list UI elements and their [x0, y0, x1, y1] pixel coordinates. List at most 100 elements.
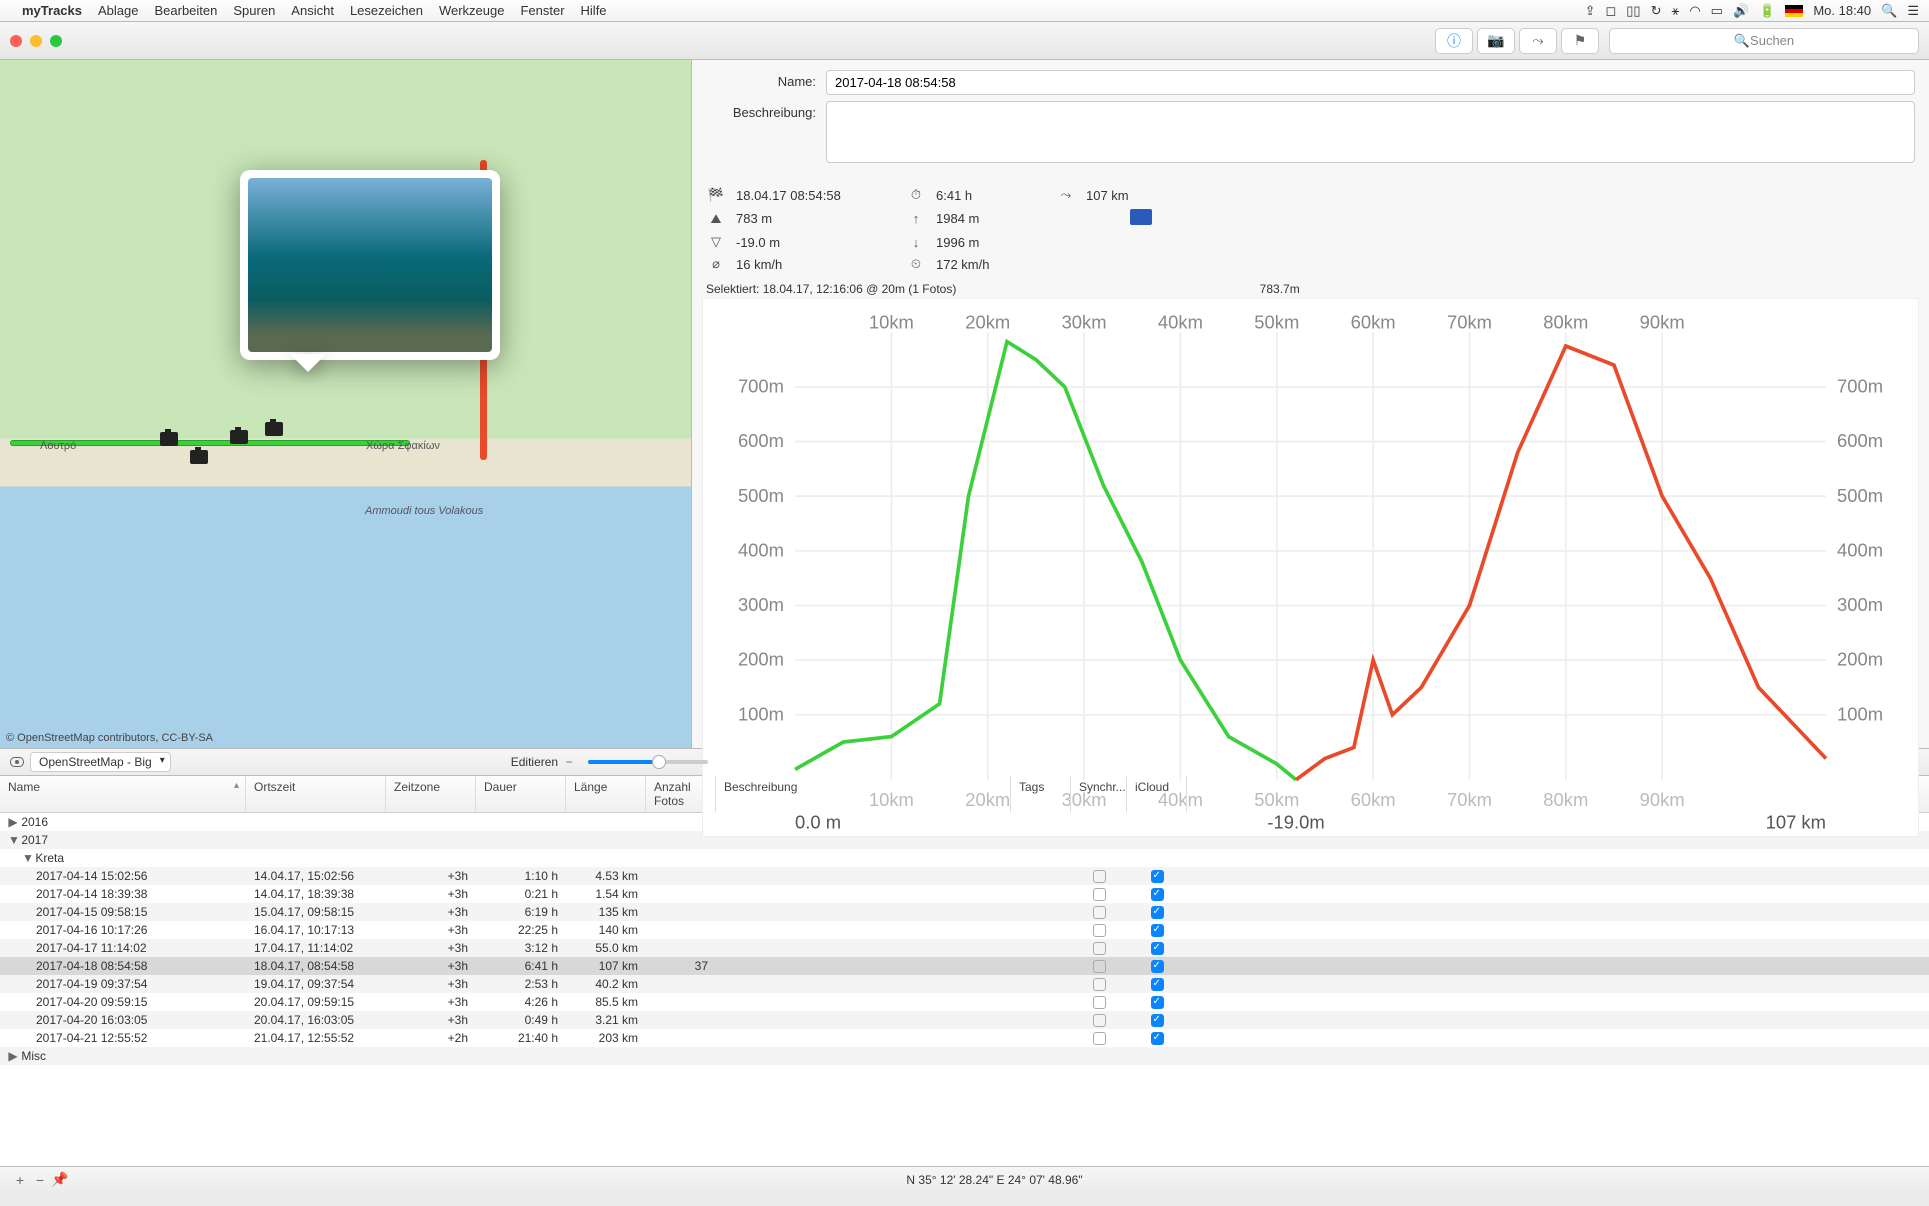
avg-speed-value: 16 km/h	[736, 257, 896, 272]
menu-bearbeiten[interactable]: Bearbeiten	[154, 3, 217, 18]
track-row[interactable]: 2017-04-14 15:02:56 14.04.17, 15:02:56 +…	[0, 867, 1929, 885]
menu-lesezeichen[interactable]: Lesezeichen	[350, 3, 423, 18]
track-row[interactable]: 2017-04-14 18:39:38 14.04.17, 18:39:38 +…	[0, 885, 1929, 903]
track-row[interactable]: 2017-04-16 10:17:26 16.04.17, 10:17:13 +…	[0, 921, 1929, 939]
column-header[interactable]: Tags	[1011, 776, 1071, 812]
photo-popup[interactable]	[240, 170, 500, 360]
photo-thumbnail	[248, 178, 492, 352]
notification-center-icon[interactable]: ☰	[1907, 3, 1919, 19]
avg-speed-icon: ⌀	[706, 256, 726, 272]
camera-toolbar-button[interactable]: 📷	[1477, 28, 1515, 54]
bluetooth-icon[interactable]: ⚹	[1672, 3, 1680, 19]
clock[interactable]: Mo. 18:40	[1813, 3, 1871, 18]
sync-checkbox[interactable]	[1093, 888, 1106, 901]
icloud-checkbox[interactable]	[1151, 906, 1164, 919]
icloud-checkbox[interactable]	[1151, 960, 1164, 973]
photo-marker-icon[interactable]	[190, 450, 208, 464]
photo-marker-icon[interactable]	[160, 432, 178, 446]
sync-checkbox[interactable]	[1093, 1014, 1106, 1027]
icloud-checkbox[interactable]	[1151, 1014, 1164, 1027]
zoom-minus-button[interactable]: −	[558, 752, 580, 772]
svg-text:600m: 600m	[738, 430, 784, 451]
status-icon-2[interactable]: ▯▯	[1626, 3, 1640, 19]
zoom-slider[interactable]	[588, 760, 708, 764]
icloud-checkbox[interactable]	[1151, 996, 1164, 1009]
column-header[interactable]: iCloud	[1127, 776, 1187, 812]
column-header[interactable]: Synchr...	[1071, 776, 1127, 812]
volume-icon[interactable]: 🔊	[1733, 3, 1749, 19]
map-provider-dropdown[interactable]: OpenStreetMap - Big	[30, 752, 171, 772]
elevation-chart[interactable]: 10km10km20km20km30km30km40km40km50km50km…	[702, 298, 1919, 837]
status-icon[interactable]: ◻	[1605, 3, 1616, 19]
column-header[interactable]: Dauer	[476, 776, 566, 812]
photo-marker-icon[interactable]	[230, 430, 248, 444]
icloud-checkbox[interactable]	[1151, 888, 1164, 901]
photo-marker-icon[interactable]	[265, 422, 283, 436]
visibility-icon[interactable]	[10, 757, 24, 767]
icloud-checkbox[interactable]	[1151, 1032, 1164, 1045]
battery-icon[interactable]: 🔋	[1759, 3, 1775, 19]
menu-ansicht[interactable]: Ansicht	[291, 3, 334, 18]
track-row[interactable]: 2017-04-15 09:58:15 15.04.17, 09:58:15 +…	[0, 903, 1929, 921]
track-row[interactable]: 2017-04-21 12:55:52 21.04.17, 12:55:52 +…	[0, 1029, 1929, 1047]
track-row[interactable]: 2017-04-18 08:54:58 18.04.17, 08:54:58 +…	[0, 957, 1929, 975]
name-field[interactable]	[826, 70, 1915, 95]
column-header[interactable]: Beschreibung	[716, 776, 1011, 812]
pin-button[interactable]: 📌	[50, 1171, 70, 1188]
tree-group-row[interactable]: ▶ Misc	[0, 1047, 1929, 1065]
svg-text:60km: 60km	[1351, 312, 1396, 333]
track-row[interactable]: 2017-04-19 09:37:54 19.04.17, 09:37:54 +…	[0, 975, 1929, 993]
sync-checkbox[interactable]	[1093, 924, 1106, 937]
sync-checkbox[interactable]	[1093, 996, 1106, 1009]
column-header[interactable]: Zeitzone	[386, 776, 476, 812]
menu-hilfe[interactable]: Hilfe	[581, 3, 607, 18]
close-window-button[interactable]	[10, 35, 22, 47]
description-field[interactable]	[826, 101, 1915, 163]
start-flag-icon: 🏁	[706, 187, 726, 203]
minimize-window-button[interactable]	[30, 35, 42, 47]
dropbox-icon[interactable]: ⇪	[1585, 3, 1596, 19]
svg-text:400m: 400m	[738, 539, 784, 560]
coordinates-readout: N 35° 12' 28.24" E 24° 07' 48.96"	[906, 1173, 1082, 1187]
remove-button[interactable]: −	[30, 1172, 50, 1188]
sync-checkbox[interactable]	[1093, 978, 1106, 991]
tree-group-row[interactable]: ▼ Kreta	[0, 849, 1929, 867]
track-row[interactable]: 2017-04-17 11:14:02 17.04.17, 11:14:02 +…	[0, 939, 1929, 957]
search-field[interactable]: 🔍 Suchen	[1609, 28, 1919, 54]
tracks-toolbar-button[interactable]: ⤳	[1519, 28, 1557, 54]
menu-ablage[interactable]: Ablage	[98, 3, 138, 18]
airplay-icon[interactable]: ▭	[1711, 3, 1723, 19]
menu-werkzeuge[interactable]: Werkzeuge	[439, 3, 505, 18]
menu-fenster[interactable]: Fenster	[520, 3, 564, 18]
icloud-checkbox[interactable]	[1151, 870, 1164, 883]
track-row[interactable]: 2017-04-20 16:03:05 20.04.17, 16:03:05 +…	[0, 1011, 1929, 1029]
chart-selection-text: Selektiert: 18.04.17, 12:16:06 @ 20m (1 …	[706, 282, 956, 296]
wifi-icon[interactable]: ◠	[1689, 3, 1700, 19]
column-header[interactable]: Ortszeit	[246, 776, 386, 812]
flag-toolbar-button[interactable]: ⚑	[1561, 28, 1599, 54]
sync-checkbox[interactable]	[1093, 942, 1106, 955]
map-view[interactable]: Λουτρό Χώρα Σφακίων Ammoudi tous Volakou…	[0, 60, 692, 748]
sync-checkbox[interactable]	[1093, 960, 1106, 973]
timemachine-icon[interactable]: ↻	[1651, 3, 1662, 19]
chart-peak-label: 783.7m	[1260, 282, 1300, 296]
add-button[interactable]: +	[10, 1172, 30, 1188]
spotlight-icon[interactable]: 🔍	[1881, 3, 1897, 19]
distance-icon: ⤳	[1056, 187, 1076, 203]
column-header[interactable]: Länge	[566, 776, 646, 812]
zoom-window-button[interactable]	[50, 35, 62, 47]
input-flag-icon[interactable]	[1785, 5, 1803, 17]
column-header[interactable]: Name	[0, 776, 246, 812]
svg-text:90km: 90km	[1640, 789, 1685, 810]
sync-checkbox[interactable]	[1093, 906, 1106, 919]
menu-spuren[interactable]: Spuren	[233, 3, 275, 18]
icloud-checkbox[interactable]	[1151, 942, 1164, 955]
track-row[interactable]: 2017-04-20 09:59:15 20.04.17, 09:59:15 +…	[0, 993, 1929, 1011]
icloud-checkbox[interactable]	[1151, 924, 1164, 937]
info-toolbar-button[interactable]: ⓘ	[1435, 28, 1473, 54]
column-header[interactable]: Anzahl Fotos	[646, 776, 716, 812]
app-menu[interactable]: myTracks	[22, 3, 82, 18]
icloud-checkbox[interactable]	[1151, 978, 1164, 991]
sync-checkbox[interactable]	[1093, 1032, 1106, 1045]
sync-checkbox[interactable]	[1093, 870, 1106, 883]
